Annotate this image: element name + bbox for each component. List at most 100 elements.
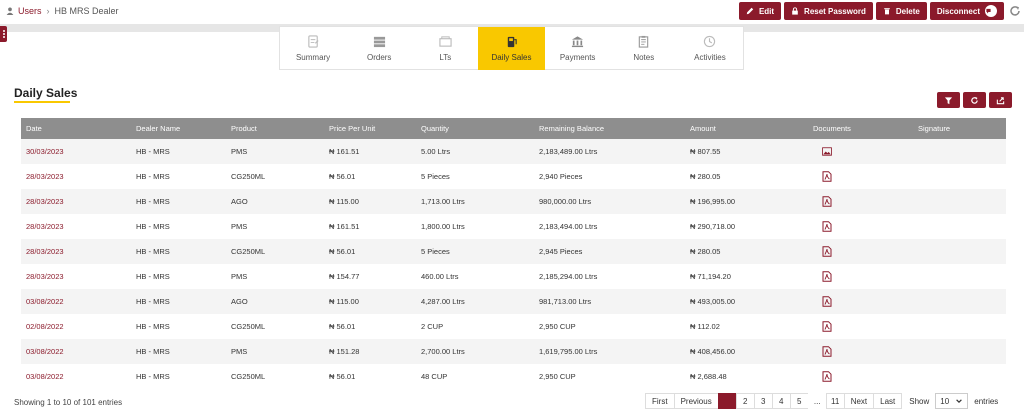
previous-page-button[interactable]: Previous [673, 393, 719, 409]
column-header-dealer-name[interactable]: Dealer Name [136, 124, 180, 133]
page-11-button[interactable]: 11 [825, 393, 845, 409]
filter-button[interactable] [937, 92, 960, 108]
pdf-document-icon[interactable] [822, 171, 832, 184]
pdf-document-icon[interactable] [822, 346, 832, 359]
pdf-document-icon[interactable] [822, 196, 832, 209]
cell-quantity: 5 Pieces [421, 172, 450, 181]
column-header-remaining-balance[interactable]: Remaining Balance [539, 124, 604, 133]
column-header-price-per-unit[interactable]: Price Per Unit [329, 124, 375, 133]
next-page-button[interactable]: Next [843, 393, 875, 409]
cell-dealer-name: HB - MRS [136, 322, 170, 331]
notes-icon [639, 35, 649, 48]
trash-icon [884, 8, 890, 15]
table-row[interactable]: 03/08/2022 HB - MRS CG250ML ₦ 56.01 48 CUP 2,… [21, 364, 1006, 389]
cell-date[interactable]: 30/03/2023 [26, 147, 64, 156]
disconnect-button[interactable]: Disconnect [929, 2, 1004, 20]
table-row[interactable]: 28/03/2023 HB - MRS CG250ML ₦ 56.01 5 Pieces… [21, 164, 1006, 189]
title-underline [14, 101, 70, 103]
table-row[interactable]: 02/08/2022 HB - MRS CG250ML ₦ 56.01 2 CUP 2,9… [21, 314, 1006, 339]
edit-button[interactable]: Edit [738, 2, 782, 20]
breadcrumb-users-link[interactable]: Users [18, 6, 42, 16]
page-3-button[interactable]: 3 [753, 393, 773, 409]
refresh-icon[interactable] [1008, 4, 1022, 18]
tab-orders[interactable]: Orders [346, 27, 412, 69]
tab-summary[interactable]: Summary [280, 27, 346, 69]
tab-activities[interactable]: Activities [677, 27, 743, 69]
cell-amount: ₦ 71,194.20 [690, 272, 731, 281]
pdf-document-icon[interactable] [822, 371, 832, 384]
table-row[interactable]: 03/08/2022 HB - MRS AGO ₦ 115.00 4,287.00 Lt… [21, 289, 1006, 314]
filter-icon [944, 96, 953, 104]
page-5-button[interactable]: 5 [789, 393, 809, 409]
page-size-select[interactable]: 10 [935, 393, 969, 409]
cell-dealer-name: HB - MRS [136, 197, 170, 206]
cell-amount: ₦ 112.02 [690, 322, 720, 331]
image-document-icon[interactable] [822, 146, 832, 159]
table-row[interactable]: 03/08/2022 HB - MRS PMS ₦ 151.28 2,700.00 Lt… [21, 339, 1006, 364]
table-row[interactable]: 30/03/2023 HB - MRS PMS ₦ 161.51 5.00 Ltrs 2,… [21, 139, 1006, 164]
page-4-button[interactable]: 4 [771, 393, 791, 409]
page-2-button[interactable]: 2 [735, 393, 755, 409]
cell-date[interactable]: 28/03/2023 [26, 172, 64, 181]
cell-price-per-unit: ₦ 154.77 [329, 272, 360, 281]
cell-date[interactable]: 28/03/2023 [26, 272, 64, 281]
table-row[interactable]: 28/03/2023 HB - MRS CG250ML ₦ 56.01 5 Pieces… [21, 239, 1006, 264]
tab-daily-sales[interactable]: Daily Sales [478, 27, 545, 70]
refresh-button[interactable] [963, 92, 986, 108]
cell-dealer-name: HB - MRS [136, 147, 170, 156]
cell-remaining-balance: 2,940 Pieces [539, 172, 583, 181]
entries-label: entries [974, 396, 999, 406]
cell-date[interactable]: 03/08/2022 [26, 372, 64, 381]
pdf-document-icon[interactable] [822, 321, 832, 334]
pdf-document-icon[interactable] [822, 246, 832, 259]
chevron-down-icon [956, 399, 963, 404]
sidebar-toggle-icon[interactable] [0, 26, 7, 42]
cell-date[interactable]: 28/03/2023 [26, 222, 64, 231]
column-header-signature[interactable]: Signature [918, 124, 950, 133]
table-row[interactable]: 28/03/2023 HB - MRS PMS ₦ 161.51 1,800.00 Lt… [21, 214, 1006, 239]
cell-product: PMS [231, 347, 248, 356]
tab-payments[interactable]: Payments [545, 27, 611, 69]
delete-button[interactable]: Delete [875, 2, 927, 20]
cell-quantity: 460.00 Ltrs [421, 272, 459, 281]
cell-price-per-unit: ₦ 115.00 [329, 297, 359, 306]
column-header-date[interactable]: Date [26, 124, 42, 133]
cell-date[interactable]: 28/03/2023 [26, 197, 64, 206]
tab-lts[interactable]: LTs [412, 27, 478, 69]
first-page-button[interactable]: First [645, 393, 675, 409]
bank-icon [572, 35, 584, 47]
table-row[interactable]: 28/03/2023 HB - MRS PMS ₦ 154.77 460.00 Ltrs… [21, 264, 1006, 289]
export-button[interactable] [989, 92, 1012, 108]
pdf-document-icon[interactable] [822, 221, 832, 234]
table-row[interactable]: 28/03/2023 HB - MRS AGO ₦ 115.00 1,713.00 Lt… [21, 189, 1006, 214]
cell-date[interactable]: 03/08/2022 [26, 297, 64, 306]
column-header-documents[interactable]: Documents [813, 124, 851, 133]
cell-dealer-name: HB - MRS [136, 372, 170, 381]
reset-password-button[interactable]: Reset Password [784, 2, 873, 20]
cell-product: CG250ML [231, 322, 266, 331]
cell-dealer-name: HB - MRS [136, 347, 170, 356]
pdf-document-icon[interactable] [822, 271, 832, 284]
column-header-quantity[interactable]: Quantity [421, 124, 449, 133]
tab-notes[interactable]: Notes [611, 27, 677, 69]
cell-remaining-balance: 2,950 CUP [539, 372, 576, 381]
chevron-right-icon: › [46, 6, 50, 16]
column-header-amount[interactable]: Amount [690, 124, 716, 133]
cell-price-per-unit: ₦ 56.01 [329, 247, 356, 256]
cell-quantity: 1,713.00 Ltrs [421, 197, 465, 206]
cell-date[interactable]: 02/08/2022 [26, 322, 64, 331]
column-header-product[interactable]: Product [231, 124, 257, 133]
cell-date[interactable]: 03/08/2022 [26, 347, 64, 356]
page-1-button[interactable] [717, 393, 737, 409]
pdf-document-icon[interactable] [822, 296, 832, 309]
cell-quantity: 5 Pieces [421, 247, 450, 256]
cell-product: AGO [231, 197, 248, 206]
last-page-button[interactable]: Last [873, 393, 903, 409]
lts-icon [439, 35, 452, 47]
pagination-ellipsis: ... [807, 393, 827, 409]
cell-quantity: 4,287.00 Ltrs [421, 297, 465, 306]
daily-sales-table: Date Dealer Name Product Price Per Unit … [21, 118, 1006, 389]
cell-remaining-balance: 2,185,294.00 Ltrs [539, 272, 598, 281]
cell-amount: ₦ 196,995.00 [690, 197, 736, 206]
cell-date[interactable]: 28/03/2023 [26, 247, 64, 256]
